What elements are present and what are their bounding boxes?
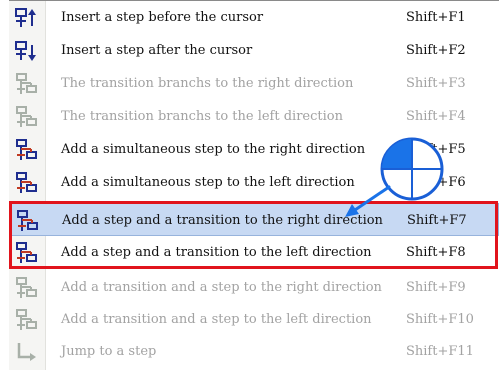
transition-branch-right-icon xyxy=(16,73,37,94)
menu-item-label: Add a step and a transition to the left … xyxy=(61,245,372,260)
menu-item-simultaneous-step-left[interactable]: Add a simultaneous step to the left dire… xyxy=(9,166,499,199)
menu-item-simultaneous-step-right[interactable]: Add a simultaneous step to the right dir… xyxy=(9,133,499,166)
menu-item-shortcut: Shift+F4 xyxy=(406,109,466,124)
menu-item-insert-step-after[interactable]: Insert a step after the cursor Shift+F2 xyxy=(9,34,499,67)
simultaneous-step-left-icon xyxy=(16,172,37,193)
step-transition-right-icon xyxy=(17,210,38,231)
menu-item-label: The transition branchs to the right dire… xyxy=(61,76,354,91)
menu-item-label: Jump to a step xyxy=(61,344,157,359)
menu-item-transition-step-left[interactable]: Add a transition and a step to the left … xyxy=(9,303,499,336)
menu-item-shortcut: Shift+F2 xyxy=(406,43,466,58)
menu-item-step-transition-left[interactable]: Add a step and a transition to the left … xyxy=(9,236,499,269)
menu-item-shortcut: Shift+F8 xyxy=(406,245,466,260)
screenshot: Insert a step before the cursor Shift+F1… xyxy=(0,0,499,370)
menu-item-label: Insert a step after the cursor xyxy=(61,43,253,58)
menu-item-shortcut: Shift+F6 xyxy=(406,175,466,190)
menu-item-label: Add a simultaneous step to the left dire… xyxy=(61,175,355,190)
menu-item-shortcut: Shift+F9 xyxy=(406,280,466,295)
menu-item-label: Add a transition and a step to the right… xyxy=(61,280,382,295)
jump-to-step-icon xyxy=(17,343,36,361)
step-transition-left-icon xyxy=(16,242,37,263)
simultaneous-step-right-icon xyxy=(16,139,37,160)
menu-item-shortcut: Shift+F1 xyxy=(406,10,466,25)
transition-step-left-icon xyxy=(16,309,37,330)
transition-step-right-icon xyxy=(16,277,37,298)
menu-item-shortcut: Shift+F10 xyxy=(406,312,474,327)
menu-item-shortcut: Shift+F7 xyxy=(407,213,467,228)
menu-item-step-transition-right[interactable]: Add a step and a transition to the right… xyxy=(9,203,499,236)
menu-item-transition-branch-left[interactable]: The transition branchs to the left direc… xyxy=(9,100,499,133)
menu-item-label: Insert a step before the cursor xyxy=(61,10,264,25)
insert-step-before-icon xyxy=(15,8,36,27)
menu-item-shortcut: Shift+F5 xyxy=(406,142,466,157)
menu-item-insert-step-before[interactable]: Insert a step before the cursor Shift+F1 xyxy=(9,1,499,34)
menu-item-label: The transition branchs to the left direc… xyxy=(61,109,343,124)
menu-item-label: Add a transition and a step to the left … xyxy=(61,312,372,327)
menu-item-label: Add a simultaneous step to the right dir… xyxy=(61,142,366,157)
menu-item-jump-to-step[interactable]: Jump to a step Shift+F11 xyxy=(9,335,499,368)
menu-item-transition-step-right[interactable]: Add a transition and a step to the right… xyxy=(9,271,499,304)
menu-item-shortcut: Shift+F3 xyxy=(406,76,466,91)
menu-item-shortcut: Shift+F11 xyxy=(406,344,474,359)
menu-item-transition-branch-right[interactable]: The transition branchs to the right dire… xyxy=(9,67,499,100)
transition-branch-left-icon xyxy=(16,106,37,127)
menu-item-label: Add a step and a transition to the right… xyxy=(62,213,383,228)
insert-step-after-icon xyxy=(15,41,36,61)
